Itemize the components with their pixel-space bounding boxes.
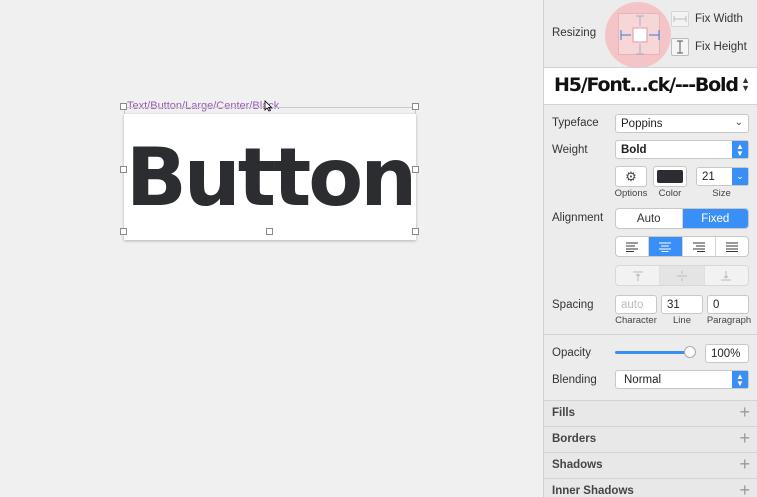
size-label: Size: [712, 188, 731, 199]
resize-handle-top-left[interactable]: [120, 103, 127, 110]
gear-icon: ⚙: [625, 169, 637, 184]
updown-stepper-icon: ▲ ▼: [732, 371, 748, 388]
typeface-select[interactable]: Poppins ⌄: [615, 114, 749, 133]
weight-select[interactable]: Bold ▲ ▼: [615, 140, 749, 159]
align-right-button[interactable]: [683, 237, 716, 256]
vertical-align-toggle: [615, 265, 749, 286]
opacity-label: Opacity: [552, 347, 591, 359]
chevron-down-icon: ⌄: [734, 117, 743, 128]
weight-label: Weight: [552, 144, 588, 156]
updown-stepper-icon: ▲ ▼: [732, 141, 748, 158]
valign-top-icon: [632, 271, 643, 281]
align-right-icon: [692, 242, 705, 252]
valign-middle-icon: [676, 270, 687, 281]
typeface-label: Typeface: [552, 117, 599, 129]
character-spacing-input[interactable]: auto: [615, 295, 657, 314]
font-size-value: 21: [702, 171, 715, 183]
paragraph-label: Paragraph: [706, 315, 752, 326]
resize-handle-left[interactable]: [120, 166, 127, 173]
fix-height-label: Fix Height: [695, 41, 747, 53]
align-justify-icon: [725, 242, 738, 252]
options-label: Options: [614, 188, 648, 199]
inner-shadows-section[interactable]: Inner Shadows +: [544, 478, 757, 497]
align-center-button[interactable]: [649, 237, 683, 256]
chevron-down-icon: ⌄: [732, 168, 748, 185]
fix-width-icon: [673, 16, 687, 22]
character-spacing-placeholder: auto: [621, 299, 644, 311]
add-icon[interactable]: +: [739, 454, 750, 475]
updown-chevron-icon: ▲ ▼: [741, 75, 750, 93]
blending-value: Normal: [624, 374, 662, 386]
canvas[interactable]: Text/Button/Large/Center/Black Button: [0, 0, 543, 497]
fills-title: Fills: [552, 407, 576, 419]
align-left-button[interactable]: [616, 237, 650, 256]
color-swatch: [657, 170, 683, 183]
blending-select[interactable]: Normal ▲ ▼: [615, 370, 749, 389]
add-icon[interactable]: +: [739, 480, 750, 497]
cursor-icon: [264, 100, 273, 112]
resize-handle-right[interactable]: [412, 166, 419, 173]
resizing-label: Resizing: [552, 27, 597, 39]
button-text-layer[interactable]: Button: [124, 133, 417, 223]
resize-handle-bottom-left[interactable]: [120, 228, 127, 235]
borders-title: Borders: [552, 433, 597, 445]
align-justify-button[interactable]: [716, 237, 748, 256]
opacity-input[interactable]: 100%: [705, 344, 749, 363]
alignment-auto-button[interactable]: Auto: [616, 209, 683, 228]
fix-height-checkbox[interactable]: [671, 38, 689, 56]
line-height-input[interactable]: 31: [661, 295, 703, 314]
paragraph-spacing-input[interactable]: 0: [707, 295, 749, 314]
paragraph-spacing-value: 0: [713, 299, 720, 311]
resizing-control[interactable]: [618, 13, 660, 55]
opacity-slider[interactable]: [615, 351, 695, 354]
fix-width-label: Fix Width: [695, 13, 743, 25]
divider: [544, 104, 757, 105]
fix-width-checkbox[interactable]: [671, 11, 689, 27]
fills-section[interactable]: Fills +: [544, 400, 757, 426]
text-style-picker[interactable]: H5/Font...ck/---Bold ▲ ▼: [544, 68, 757, 104]
text-align-toggle: [615, 236, 749, 257]
align-left-icon: [626, 242, 639, 252]
valign-bottom-button[interactable]: [705, 266, 748, 285]
resize-handle-top-right[interactable]: [412, 103, 419, 110]
align-center-icon: [659, 242, 672, 252]
inner-shadows-title: Inner Shadows: [552, 485, 634, 497]
shadows-title: Shadows: [552, 459, 603, 471]
inspector-panel: Resizing Fix Width Fix Height H5/Font...…: [543, 0, 757, 497]
valign-top-button[interactable]: [616, 266, 661, 285]
valign-middle-button[interactable]: [660, 266, 705, 285]
divider: [544, 334, 757, 335]
opacity-slider-thumb[interactable]: [684, 346, 696, 358]
resize-handle-bottom[interactable]: [266, 228, 273, 235]
fix-height-icon: [677, 40, 683, 54]
resizing-pins-icon: [620, 15, 660, 55]
opacity-value: 100%: [711, 348, 741, 360]
line-height-value: 31: [667, 299, 680, 311]
text-color-well[interactable]: [653, 166, 687, 187]
add-icon[interactable]: +: [739, 402, 750, 423]
borders-section[interactable]: Borders +: [544, 426, 757, 452]
valign-bottom-icon: [721, 270, 732, 280]
font-size-field[interactable]: 21 ⌄: [696, 167, 749, 186]
alignment-fixed-button[interactable]: Fixed: [682, 209, 748, 228]
typeface-value: Poppins: [621, 118, 663, 130]
text-style-name: H5/Font...ck/---Bold: [554, 74, 739, 96]
color-label: Color: [658, 188, 682, 199]
blending-label: Blending: [552, 374, 597, 386]
line-label: Line: [673, 315, 691, 326]
text-options-button[interactable]: ⚙: [615, 166, 647, 187]
add-icon[interactable]: +: [739, 428, 750, 449]
character-label: Character: [615, 315, 657, 326]
resize-handle-bottom-right[interactable]: [412, 228, 419, 235]
alignment-mode-toggle: Auto Fixed: [615, 208, 749, 229]
weight-value: Bold: [621, 144, 647, 156]
alignment-label: Alignment: [552, 212, 604, 224]
spacing-label: Spacing: [552, 299, 594, 311]
shadows-section[interactable]: Shadows +: [544, 452, 757, 478]
